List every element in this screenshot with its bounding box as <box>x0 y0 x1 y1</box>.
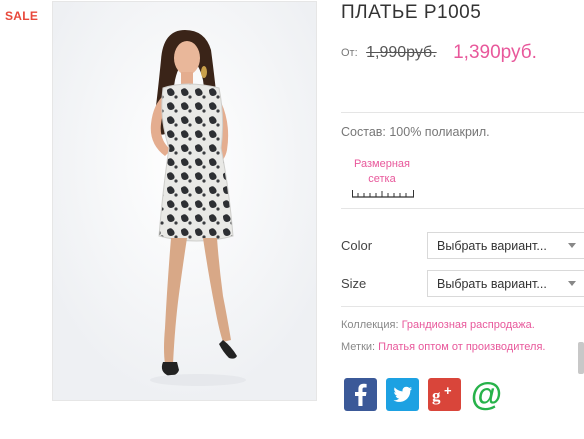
chevron-down-icon <box>568 243 576 248</box>
sale-badge: SALE <box>5 9 39 23</box>
old-price: 1,990руб. <box>366 44 437 61</box>
facebook-icon <box>355 383 367 406</box>
divider <box>341 112 584 113</box>
size-select-value: Выбрать вариант... <box>437 277 547 291</box>
collection-meta: Коллекция: Грандиозная распродажа. <box>341 319 535 331</box>
scrollbar-thumb[interactable] <box>578 342 584 374</box>
size-label: Size <box>341 276 367 291</box>
tags-label: Метки: <box>341 341 376 353</box>
svg-text:+: + <box>444 383 452 398</box>
sale-price: 1,390руб. <box>453 42 537 63</box>
price-from-label: От: <box>341 47 358 59</box>
divider <box>341 306 584 307</box>
color-select-value: Выбрать вариант... <box>437 239 547 253</box>
tags-meta: Метки: Платья оптом от производителя. <box>341 341 545 353</box>
color-select[interactable]: Выбрать вариант... <box>427 232 584 259</box>
collection-label: Коллекция: <box>341 319 399 331</box>
svg-text:@: @ <box>471 378 502 411</box>
facebook-share-button[interactable] <box>344 378 377 411</box>
product-image[interactable] <box>52 1 317 401</box>
ruler-icon <box>352 190 414 198</box>
size-select[interactable]: Выбрать вариант... <box>427 270 584 297</box>
size-chart-link[interactable]: Размерная сетка <box>348 157 416 187</box>
divider <box>341 208 584 209</box>
twitter-icon <box>393 386 412 402</box>
google-plus-share-button[interactable]: g + <box>428 378 461 411</box>
google-plus-icon: g + <box>432 383 452 405</box>
tags-link[interactable]: Платья оптом от производителя. <box>378 341 545 353</box>
twitter-share-button[interactable] <box>386 378 419 411</box>
email-at-icon: @ <box>471 378 502 411</box>
collection-link[interactable]: Грандиозная распродажа. <box>402 319 535 331</box>
dress-model-photo <box>53 2 316 400</box>
email-share-button[interactable]: @ <box>470 378 503 411</box>
price-block: От: 1,990руб. 1,390руб. <box>341 42 537 64</box>
composition-text: Состав: 100% полиакрил. <box>341 125 490 139</box>
chevron-down-icon <box>568 281 576 286</box>
color-label: Color <box>341 238 373 253</box>
svg-text:g: g <box>432 386 441 405</box>
product-title: ПЛАТЬЕ Р1005 <box>341 2 482 23</box>
